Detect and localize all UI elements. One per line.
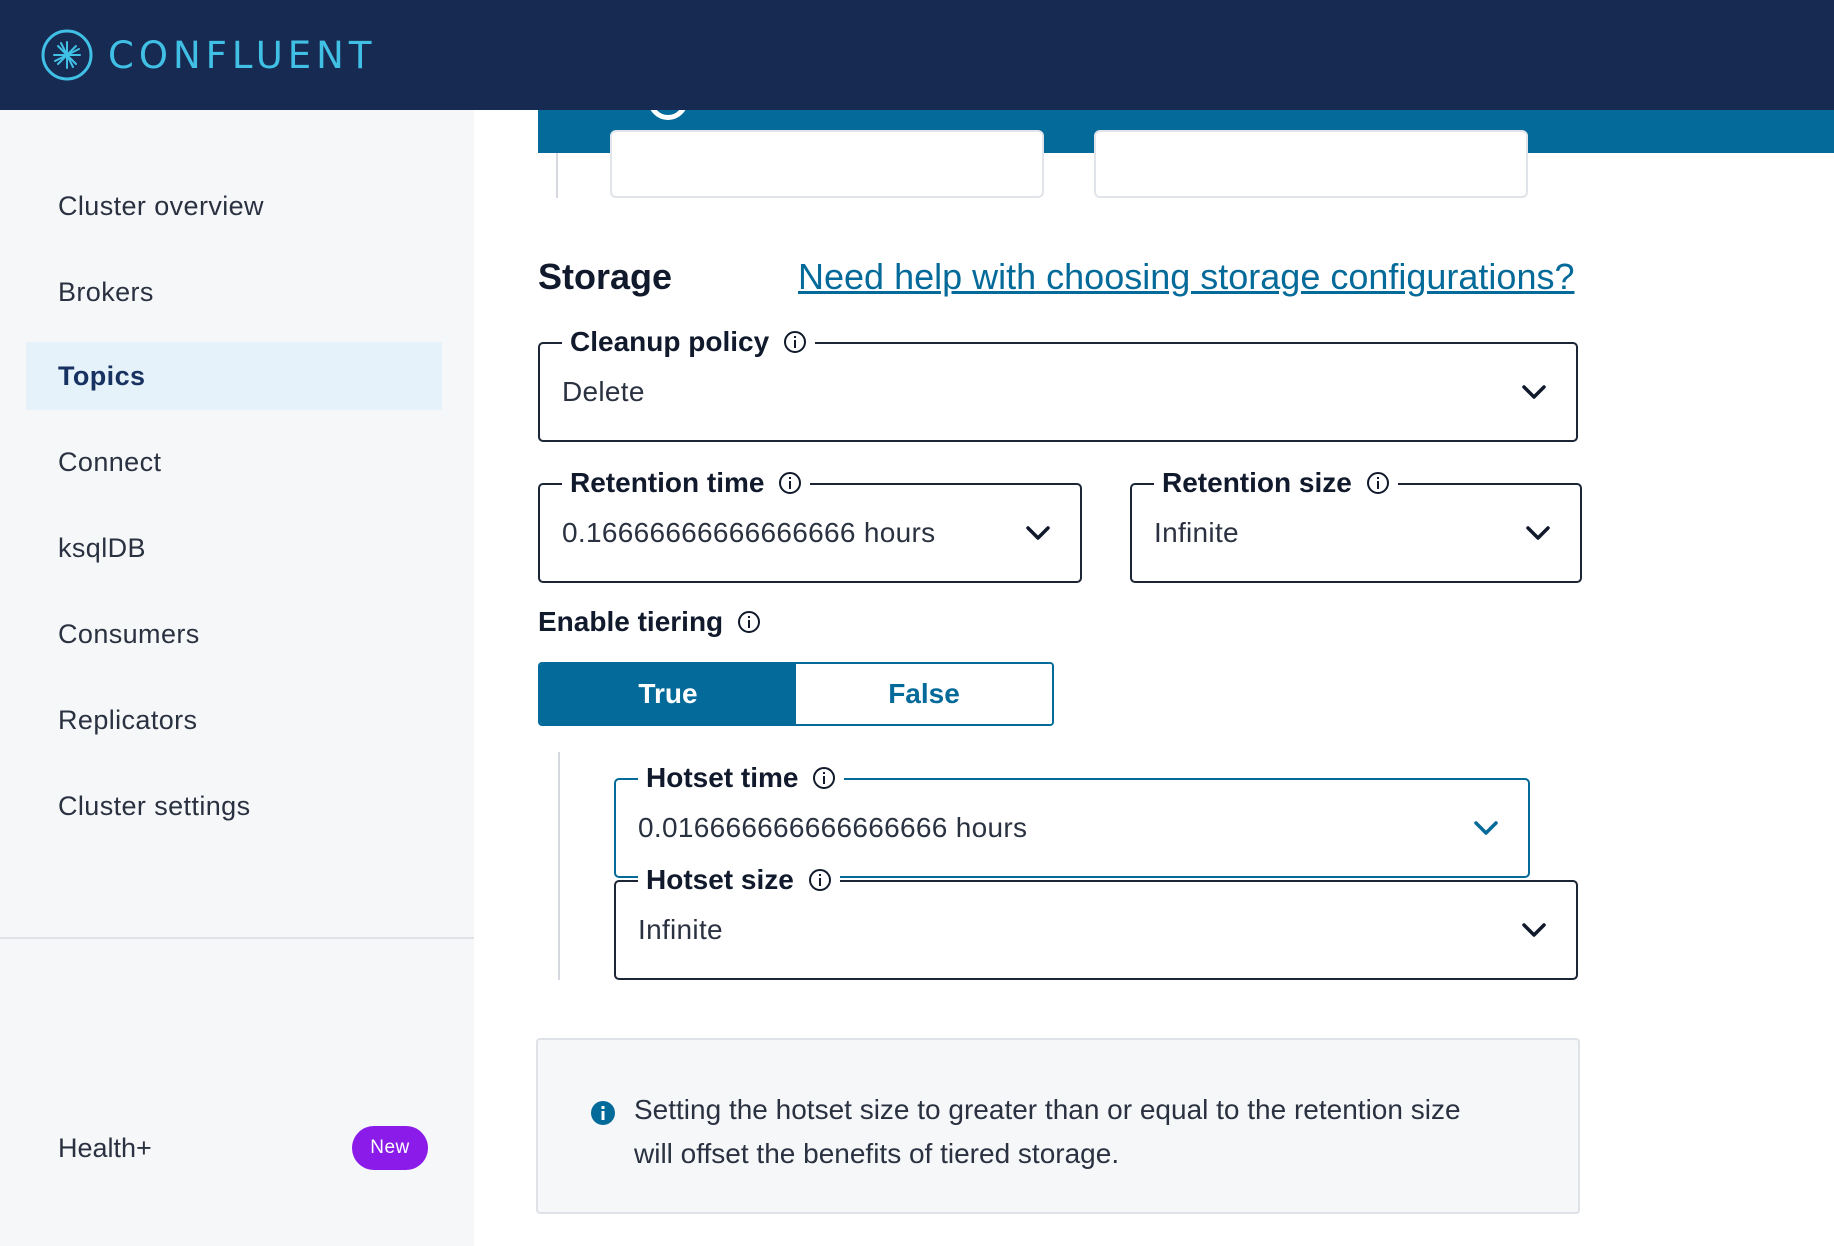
sidebar-item-cluster-overview[interactable]: Cluster overview [26,172,442,240]
tiering-false-button[interactable]: False [796,664,1052,724]
confluent-logo[interactable]: CONFLUENT [40,28,376,82]
banner-circle-icon [648,110,688,120]
retention-size-value: Infinite [1154,517,1239,548]
info-icon[interactable] [737,610,761,634]
info-icon[interactable] [1366,471,1390,495]
new-badge: New [352,1126,428,1170]
confluent-logo-icon [41,29,93,81]
main-content: Storage Need help with choosing storage … [474,110,1834,1246]
sidebar-item-connect[interactable]: Connect [26,428,442,496]
enable-tiering-toggle: True False [538,662,1054,726]
info-icon[interactable] [808,868,832,892]
enable-tiering-label: Enable tiering [538,606,761,638]
info-note-text: Setting the hotset size to greater than … [634,1094,1461,1169]
sidebar-item-health-plus[interactable]: Health+ New [58,1124,428,1172]
brand-name: CONFLUENT [108,33,377,77]
sidebar-item-cluster-settings[interactable]: Cluster settings [26,772,442,840]
retention-size-select[interactable]: Retention size Infinite [1130,465,1582,583]
sidebar: Cluster overview Brokers Topics Connect … [0,110,474,1246]
tiering-guide-line [558,752,560,980]
info-filled-icon [591,1101,615,1125]
sidebar-divider [0,937,474,939]
retention-time-select[interactable]: Retention time 0.16666666666666666 hours [538,465,1082,583]
section-guide-line [556,153,558,198]
cleanup-policy-value: Delete [562,376,645,407]
enable-tiering-label-text: Enable tiering [538,606,724,637]
retention-time-value: 0.16666666666666666 hours [562,517,936,548]
chevron-down-icon [1474,821,1498,835]
info-icon[interactable] [783,330,807,354]
sidebar-item-ksqldb[interactable]: ksqlDB [26,514,442,582]
chevron-down-icon [1522,385,1546,399]
partially-hidden-field[interactable] [610,130,1044,198]
chevron-down-icon [1526,526,1550,540]
sidebar-item-consumers[interactable]: Consumers [26,600,442,668]
sidebar-item-brokers[interactable]: Brokers [26,258,442,326]
health-plus-label: Health+ [58,1132,152,1163]
info-note: Setting the hotset size to greater than … [536,1038,1580,1214]
hotset-size-value: Infinite [638,914,723,945]
storage-help-link[interactable]: Need help with choosing storage configur… [798,256,1575,298]
hotset-size-select[interactable]: Hotset size Infinite [614,862,1578,980]
sidebar-item-replicators[interactable]: Replicators [26,686,442,754]
partially-hidden-field[interactable] [1094,130,1528,198]
chevron-down-icon [1026,526,1050,540]
cleanup-policy-select[interactable]: Cleanup policy Delete [538,324,1578,442]
tiering-true-button[interactable]: True [540,664,796,724]
top-header: CONFLUENT [0,0,1834,110]
storage-title: Storage [538,256,673,297]
chevron-down-icon [1522,923,1546,937]
sidebar-item-topics[interactable]: Topics [26,342,442,410]
